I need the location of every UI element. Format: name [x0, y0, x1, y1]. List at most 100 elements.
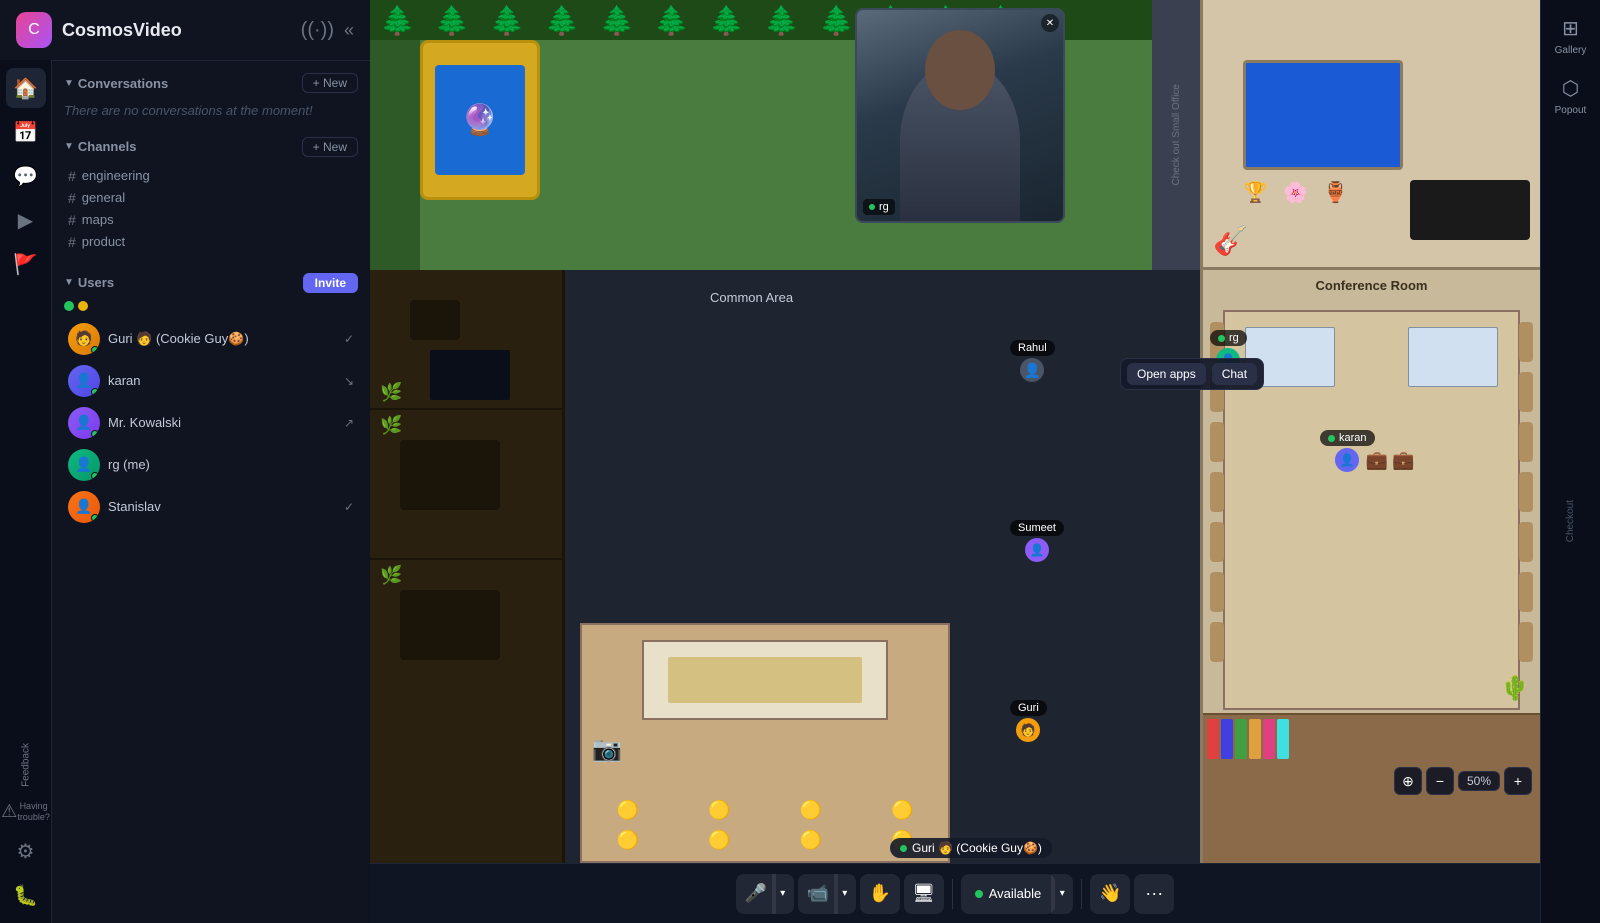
users-section: ▼ Users Invite 🧑 Guri 🧑 (Cookie Guy🍪) ✓ [64, 273, 358, 529]
painting-emoji: 🔮 [461, 103, 498, 138]
guri-bottom-dot [900, 845, 907, 852]
karan-map-label: karan [1320, 430, 1375, 446]
toolbar-sep-2 [1081, 879, 1082, 909]
channel-product[interactable]: # product [64, 231, 358, 253]
wifi-icon[interactable]: ((·)) [301, 19, 334, 42]
seat-6: 🟡 [708, 800, 730, 821]
rg-name: rg [1229, 332, 1239, 344]
office-room: 🏆 🌸 🏺 🎸 [1200, 0, 1540, 270]
tree-2: 🌲 [435, 4, 470, 37]
room-3: 🌿 [370, 560, 562, 863]
new-conversation-btn[interactable]: + New [302, 73, 358, 93]
status-dropdown-btn[interactable]: ▾ [1051, 874, 1073, 914]
nav-bug-icon[interactable]: 🐛 [6, 875, 46, 915]
hand-btn[interactable]: ✋ [860, 874, 900, 914]
presentation-room: 📷 🟡 🟡 🟡 🟡 🟡 🟡 🟡 🟡 [580, 623, 950, 863]
conf-table-area [1223, 310, 1520, 710]
users-chevron[interactable]: ▼ [64, 277, 74, 288]
map-avatar-guri: Guri 🧑 [1010, 700, 1047, 742]
channels-chevron[interactable]: ▼ [64, 141, 74, 152]
locate-btn[interactable]: ⊕ [1394, 767, 1422, 795]
users-title: ▼ Users [64, 275, 114, 290]
tree-8: 🌲 [764, 4, 799, 37]
conversations-title: ▼ Conversations [64, 76, 168, 91]
hash-icon: # [68, 212, 76, 228]
user-stanislav[interactable]: 👤 Stanislav ✓ [64, 487, 358, 527]
user-karan[interactable]: 👤 karan ↘ [64, 361, 358, 401]
person-head [925, 30, 995, 110]
nav-chat-icon[interactable]: 💬 [6, 156, 46, 196]
game-map[interactable]: 🌲 🌲 🌲 🌲 🌲 🌲 🌲 🌲 🌲 🌲 🌲 🌲 🎨 [370, 0, 1540, 863]
channel-maps[interactable]: # maps [64, 209, 358, 231]
nav-calendar-icon[interactable]: 📅 [6, 112, 46, 152]
guitar-icon: 🎸 [1213, 224, 1248, 257]
sumeet-sprite: 👤 [1025, 538, 1049, 562]
main-content: 🌲 🌲 🌲 🌲 🌲 🌲 🌲 🌲 🌲 🌲 🌲 🌲 🎨 [370, 0, 1540, 923]
conversations-empty: There are no conversations at the moment… [64, 101, 358, 121]
camera-btn[interactable]: 📹 [798, 874, 838, 914]
video-close-btn[interactable]: ✕ [1041, 14, 1059, 32]
tree-4: 🌲 [545, 4, 580, 37]
invite-button[interactable]: Invite [303, 273, 358, 293]
nav-feedback-icon[interactable]: Feedback [6, 737, 46, 793]
zoom-out-btn[interactable]: − [1426, 767, 1454, 795]
online-dot-2 [78, 301, 88, 311]
lounge-area: 🟤 🟤 [1533, 663, 1540, 863]
conversations-chevron[interactable]: ▼ [64, 78, 74, 89]
camera-dropdown-btn[interactable]: ▾ [834, 874, 856, 914]
chair-r3 [1519, 422, 1533, 462]
sidebar-header: C CosmosVideo ((·)) « [0, 0, 370, 61]
chair-l6 [1210, 572, 1224, 612]
hash-icon: # [68, 168, 76, 184]
nav-settings-icon[interactable]: ⚙ [6, 831, 46, 871]
status-btn[interactable]: Available [961, 874, 1056, 914]
sidebar-content: ▼ Conversations + New There are no conve… [52, 61, 370, 923]
popout-btn[interactable]: ⬡ Popout [1547, 68, 1595, 124]
user-kowalski[interactable]: 👤 Mr. Kowalski ↗ [64, 403, 358, 443]
channel-engineering[interactable]: # engineering [64, 165, 358, 187]
nav-home-icon[interactable]: 🏠 [6, 68, 46, 108]
wave-btn[interactable]: 👋 [1090, 874, 1130, 914]
equipment-4 [400, 590, 500, 660]
open-apps-btn[interactable]: Open apps [1127, 363, 1206, 385]
new-channel-btn[interactable]: + New [302, 137, 358, 157]
user-name-rg: rg (me) [108, 457, 346, 472]
mic-btn[interactable]: 🎤 [736, 874, 776, 914]
karan-objects: 💼 💼 [1366, 450, 1415, 471]
conf-plant: 🌵 [1500, 674, 1530, 703]
office-deco-3: 🏺 [1323, 180, 1348, 205]
status-dot-guri [91, 346, 99, 354]
map-avatar-rahul: Rahul 👤 [1010, 340, 1055, 382]
zoom-in-btn[interactable]: + [1504, 767, 1532, 795]
user-guri[interactable]: 🧑 Guri 🧑 (Cookie Guy🍪) ✓ [64, 319, 358, 359]
bush-left [370, 40, 420, 270]
user-rg[interactable]: 👤 rg (me) [64, 445, 358, 485]
tree-6: 🌲 [654, 4, 689, 37]
tree-row: 🌲 🌲 🌲 🌲 🌲 🌲 🌲 🌲 🌲 🌲 🌲 🌲 [370, 0, 1200, 40]
nav-video-icon[interactable]: ▶ [6, 200, 46, 240]
screen-share-btn[interactable]: 🖥 [904, 874, 944, 914]
channels-section: ▼ Channels + New # engineering # general… [64, 137, 358, 253]
chair-r1 [1519, 322, 1533, 362]
chair-r4 [1519, 472, 1533, 512]
computer-screen [1243, 60, 1403, 170]
channel-general[interactable]: # general [64, 187, 358, 209]
book-5 [1263, 719, 1275, 759]
user-status-karan: ↘ [344, 374, 354, 388]
nav-flag-icon[interactable]: 🚩 [6, 244, 46, 284]
painting-frame: 🔮 [420, 40, 540, 200]
mic-dropdown-btn[interactable]: ▾ [772, 874, 794, 914]
avatar-karan: 👤 [68, 365, 100, 397]
more-btn[interactable]: ··· [1134, 874, 1174, 914]
trouble-label: Having trouble? [17, 801, 50, 823]
seat-7: 🟡 [800, 800, 822, 821]
popout-label: Popout [1555, 105, 1587, 116]
camera-icon: 📷 [592, 735, 622, 764]
collapse-icon[interactable]: « [344, 20, 354, 41]
hash-icon: # [68, 234, 76, 250]
book-4 [1249, 719, 1261, 759]
popout-icon: ⬡ [1562, 76, 1579, 101]
nav-trouble-icon[interactable]: ⚠ Having trouble? [6, 797, 46, 827]
chat-btn[interactable]: Chat [1212, 363, 1257, 385]
gallery-btn[interactable]: ⊞ Gallery [1547, 8, 1595, 64]
